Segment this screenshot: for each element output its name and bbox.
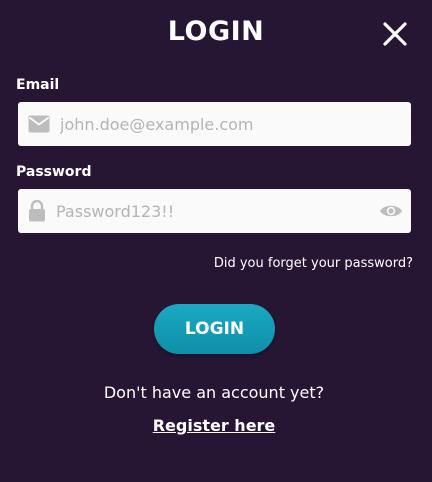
password-label: Password [16, 164, 92, 180]
email-field-container [18, 102, 411, 146]
password-field-container [18, 189, 411, 233]
email-label: Email [16, 77, 60, 93]
no-account-text: Don't have an account yet? [103, 383, 325, 402]
email-input[interactable] [60, 102, 400, 146]
lock-icon [28, 189, 46, 233]
login-modal: LOGIN Email Password [0, 0, 432, 482]
modal-title: LOGIN [167, 16, 265, 47]
register-link[interactable]: Register here [0, 416, 428, 435]
forgot-password-link[interactable]: Did you forget your password? [214, 256, 413, 271]
close-icon[interactable] [383, 22, 407, 46]
password-input[interactable] [56, 189, 366, 233]
login-button[interactable]: LOGIN [154, 304, 275, 354]
envelope-icon [28, 102, 50, 146]
eye-icon[interactable] [379, 189, 403, 233]
